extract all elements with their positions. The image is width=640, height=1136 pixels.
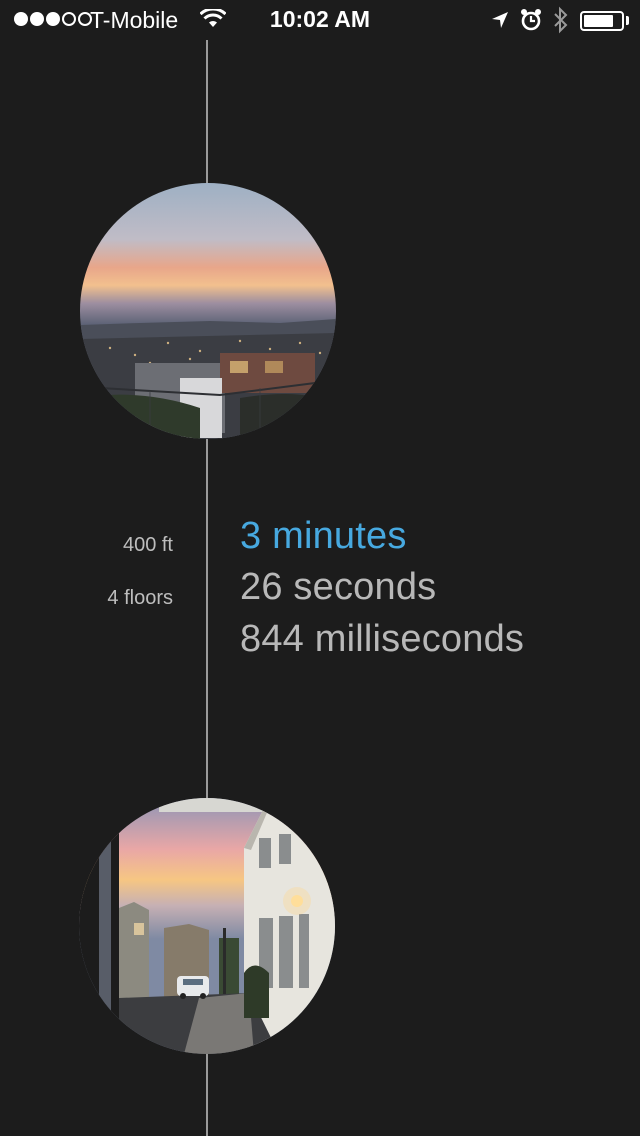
timeline-photo-sunset-street[interactable] (79, 798, 335, 1054)
bluetooth-icon (552, 6, 570, 39)
timeline-photo-sunset-city[interactable] (80, 183, 336, 439)
battery-icon (580, 11, 624, 31)
alarm-icon (519, 8, 543, 37)
duration-milliseconds: 844 milliseconds (240, 618, 525, 660)
floors-label: 4 floors (107, 587, 173, 609)
timeline-line-bottom (206, 1054, 208, 1136)
distance-label: 400 ft (122, 534, 173, 556)
battery-level-fill (584, 15, 613, 27)
battery-tip (626, 16, 629, 25)
status-time: 10:02 AM (269, 6, 371, 32)
duration-seconds: 26 seconds (240, 566, 437, 608)
timeline-line-top (206, 40, 208, 184)
location-arrow-icon (490, 10, 510, 35)
status-bar: T-Mobile 10:02 AM (0, 0, 640, 40)
duration-minutes: 3 minutes (240, 515, 407, 557)
timeline-line-middle (206, 438, 208, 800)
